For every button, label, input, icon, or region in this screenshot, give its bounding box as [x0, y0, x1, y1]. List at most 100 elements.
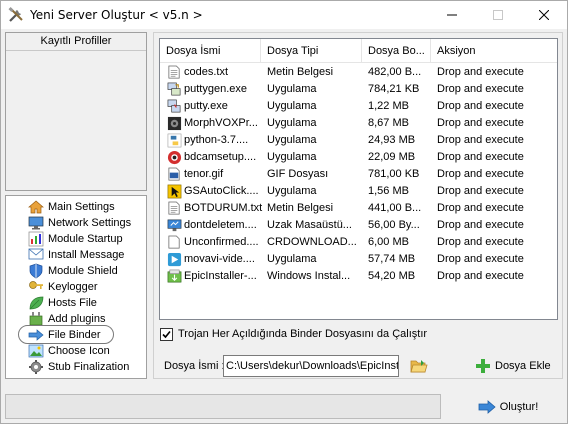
cell-action: Drop and execute [437, 100, 524, 112]
remote-desktop-icon [167, 219, 182, 232]
gif-file-icon [168, 167, 180, 181]
cell-action: Drop and execute [437, 151, 524, 163]
house-icon [28, 200, 44, 214]
text-file-icon [168, 201, 180, 215]
nav-item-label: Install Message [48, 249, 125, 261]
cell-type: Uygulama [267, 151, 317, 163]
settings-nav: Main Settings Network Settings Module Star… [5, 195, 147, 379]
nav-item-module-shield[interactable]: Module Shield [6, 263, 146, 279]
plus-icon [476, 359, 490, 373]
cell-action: Drop and execute [437, 66, 524, 78]
table-row[interactable]: dontdeletem.... Uzak Masaüstü... 56,00 By.… [160, 217, 557, 234]
tools-icon [8, 7, 23, 22]
nav-item-stub-finalization[interactable]: Stub Finalization [6, 359, 146, 375]
cell-name: putty.exe [184, 100, 228, 112]
nav-item-file-binder[interactable]: File Binder [6, 325, 146, 344]
cell-name: bdcamsetup.... [184, 151, 257, 163]
table-row[interactable]: tenor.gif GIF Dosyası 781,00 KB Drop and ex… [160, 166, 557, 183]
installer-icon [167, 269, 182, 283]
nav-item-hosts-file[interactable]: Hosts File [6, 295, 146, 311]
table-row[interactable]: putty.exe Uygulama 1,22 MB Drop and execute [160, 98, 557, 115]
nav-item-label: Main Settings [48, 201, 115, 213]
bandicam-icon [167, 150, 182, 165]
file-path-field[interactable]: C:\Users\dekur\Downloads\EpicInst [223, 355, 399, 377]
cell-type: Metin Belgesi [267, 66, 334, 78]
browse-button[interactable] [409, 356, 429, 376]
cell-type: Windows Instal... [267, 270, 351, 282]
saved-profiles-header: Kayıtlı Profiller [6, 33, 146, 51]
table-row[interactable]: EpicInstaller-... Windows Instal... 54,20 … [160, 268, 557, 285]
cell-size: 784,21 KB [368, 83, 420, 95]
nav-item-label: Module Shield [48, 265, 118, 277]
builder-window: Yeni Server Oluştur < v5.n > Kayıtlı Pro… [0, 0, 568, 424]
column-header-name[interactable]: Dosya İsmi [160, 39, 261, 63]
cell-name: BOTDURUM.txt [184, 202, 263, 214]
cell-type: GIF Dosyası [267, 168, 329, 180]
key-icon [29, 281, 43, 289]
cell-action: Drop and execute [437, 236, 524, 248]
putty-icon [167, 99, 181, 113]
nav-item-label: Choose Icon [48, 345, 110, 357]
run-binder-checkbox[interactable] [160, 328, 173, 341]
table-row[interactable]: GSAutoClick.... Uygulama 1,56 MB Drop and e… [160, 183, 557, 200]
cell-size: 781,00 KB [368, 168, 420, 180]
maximize-button[interactable] [475, 1, 521, 29]
cell-name: python-3.7.... [184, 134, 249, 146]
cell-size: 56,00 By... [368, 219, 420, 231]
cell-type: Uygulama [267, 100, 317, 112]
nav-item-label: Add plugins [48, 313, 106, 325]
close-button[interactable] [521, 1, 567, 29]
table-row[interactable]: puttygen.exe Uygulama 784,21 KB Drop and ex… [160, 81, 557, 98]
nav-item-install-message[interactable]: Install Message [6, 247, 146, 263]
image-icon [28, 344, 44, 358]
nav-item-module-startup[interactable]: Module Startup [6, 231, 146, 247]
table-row[interactable]: python-3.7.... Uygulama 24,93 MB Drop and e… [160, 132, 557, 149]
table-row[interactable]: BOTDURUM.txt Metin Belgesi 441,00 B... Drop… [160, 200, 557, 217]
column-header-action[interactable]: Aksiyon [431, 39, 557, 63]
list-header: Dosya İsmi Dosya Tipi Dosya Bo... Aksiyo… [160, 39, 557, 63]
cell-type: CRDOWNLOAD... [267, 236, 357, 248]
python-icon [167, 133, 182, 148]
nav-item-keylogger[interactable]: Keylogger [6, 279, 146, 295]
cell-type: Uygulama [267, 83, 317, 95]
table-row[interactable]: bdcamsetup.... Uygulama 22,09 MB Drop and e… [160, 149, 557, 166]
table-row[interactable]: Unconfirmed.... CRDOWNLOAD... 6,00 MB Drop … [160, 234, 557, 251]
table-row[interactable]: MorphVOXPr... Uygulama 8,67 MB Drop and exe… [160, 115, 557, 132]
build-button[interactable]: Oluştur! [453, 394, 563, 419]
cell-name: Unconfirmed.... [184, 236, 259, 248]
bound-files-list[interactable]: Dosya İsmi Dosya Tipi Dosya Bo... Aksiyo… [159, 38, 558, 320]
binder-icon [28, 329, 44, 341]
cell-name: tenor.gif [184, 168, 224, 180]
nav-item-main-settings[interactable]: Main Settings [6, 199, 146, 215]
puttygen-icon [167, 82, 181, 96]
nav-item-choose-icon[interactable]: Choose Icon [6, 343, 146, 359]
cell-action: Drop and execute [437, 83, 524, 95]
add-file-label: Dosya Ekle [495, 360, 551, 372]
table-row[interactable]: movavi-vide.... Uygulama 57,74 MB Drop and … [160, 251, 557, 268]
build-progress-bar [5, 394, 441, 419]
minimize-button[interactable] [429, 1, 475, 29]
morphvox-icon [167, 116, 182, 131]
cell-name: codes.txt [184, 66, 229, 78]
cell-action: Drop and execute [437, 185, 524, 197]
maximize-icon [493, 10, 503, 20]
nav-item-network-settings[interactable]: Network Settings [6, 215, 146, 231]
cell-action: Drop and execute [437, 134, 524, 146]
cell-type: Uygulama [267, 185, 317, 197]
cell-action: Drop and execute [437, 253, 524, 265]
cell-name: dontdeletem.... [184, 219, 257, 231]
column-header-size[interactable]: Dosya Bo... [362, 39, 431, 63]
saved-profiles-panel[interactable]: Kayıtlı Profiller [5, 32, 147, 191]
cell-action: Drop and execute [437, 168, 524, 180]
cell-action: Drop and execute [437, 219, 524, 231]
message-icon [28, 248, 44, 260]
add-file-button[interactable]: Dosya Ekle [475, 356, 551, 376]
cell-size: 54,20 MB [368, 270, 416, 282]
cell-type: Uygulama [267, 117, 317, 129]
table-row[interactable]: codes.txt Metin Belgesi 482,00 B... Drop an… [160, 64, 557, 81]
column-header-type[interactable]: Dosya Tipi [261, 39, 362, 63]
nav-item-label: Network Settings [48, 217, 132, 229]
close-icon [539, 10, 549, 20]
cell-name: movavi-vide.... [184, 253, 255, 265]
cell-size: 1,22 MB [368, 100, 409, 112]
